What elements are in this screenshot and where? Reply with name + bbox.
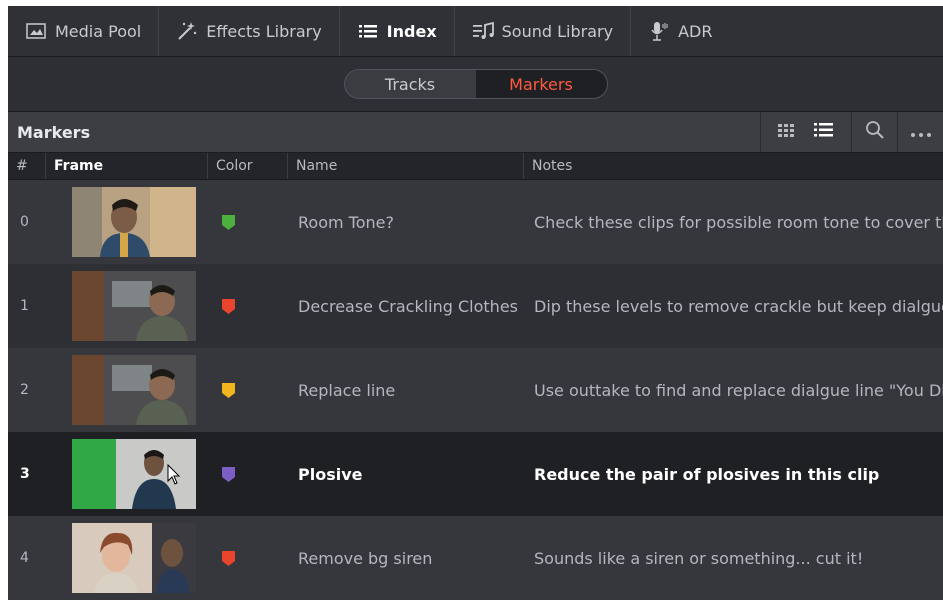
effects-wand-icon <box>176 21 198 41</box>
marker-color-chip <box>222 298 235 314</box>
effects-library-label: Effects Library <box>206 21 322 41</box>
marker-number: 2 <box>20 382 29 398</box>
marker-color-chip <box>222 382 235 398</box>
adr-label: ADR <box>678 21 713 41</box>
marker-name: Room Tone? <box>298 212 394 232</box>
sound-library-icon <box>472 21 494 41</box>
marker-number: 3 <box>20 466 30 482</box>
markers-index-panel: Media Pool Effects Library Index Sound L… <box>8 6 943 600</box>
marker-name: Remove bg siren <box>298 548 433 568</box>
tracks-markers-toggle: Tracks Markers <box>343 69 608 99</box>
marker-color-chip <box>222 214 235 230</box>
panel-tools <box>760 112 943 152</box>
column-number[interactable]: # <box>8 153 46 179</box>
marker-name: Replace line <box>298 380 396 400</box>
effects-library-tab[interactable]: Effects Library <box>159 6 340 56</box>
module-toolbar: Media Pool Effects Library Index Sound L… <box>8 6 943 57</box>
marker-color-swatch <box>222 466 235 482</box>
frame-thumbnail <box>72 523 196 593</box>
marker-row[interactable]: 2 Replace line Use outtake to find and r… <box>8 348 943 432</box>
thumbnail-view-icon[interactable] <box>778 123 796 142</box>
marker-color-chip <box>222 550 235 566</box>
column-headers: # Frame Color Name Notes <box>8 153 943 180</box>
view-mode-group <box>760 112 851 152</box>
marker-color-swatch <box>222 382 235 398</box>
marker-color-swatch <box>222 298 235 314</box>
column-notes[interactable]: Notes <box>524 153 943 179</box>
search-icon <box>865 120 885 144</box>
column-color[interactable]: Color <box>208 153 288 179</box>
sound-library-tab[interactable]: Sound Library <box>455 6 632 56</box>
search-button[interactable] <box>851 112 897 152</box>
marker-notes: Dip these levels to remove crackle but k… <box>534 296 943 316</box>
marker-number: 1 <box>20 298 29 314</box>
column-frame[interactable]: Frame <box>46 153 208 179</box>
media-pool-icon <box>25 21 47 41</box>
marker-row[interactable]: 0 Room Tone? Check these clips for possi… <box>8 180 943 264</box>
adr-tab[interactable]: ADR <box>631 6 729 56</box>
column-name[interactable]: Name <box>288 153 524 179</box>
media-pool-tab[interactable]: Media Pool <box>8 6 160 56</box>
marker-notes: Check these clips for possible room tone… <box>534 212 943 232</box>
index-label: Index <box>386 21 437 41</box>
marker-row[interactable]: 1 Decrease Crackling Clothes Dip these l… <box>8 264 943 348</box>
list-view-icon[interactable] <box>813 122 834 142</box>
marker-number: 4 <box>20 550 29 566</box>
frame-thumbnail <box>72 355 196 425</box>
more-options-button[interactable] <box>897 112 943 152</box>
marker-name: Decrease Crackling Clothes <box>298 296 518 316</box>
index-tab[interactable]: Index <box>340 6 455 56</box>
ellipsis-icon <box>910 123 932 142</box>
marker-color-chip <box>222 466 235 482</box>
frame-thumbnail <box>72 187 196 257</box>
microphone-icon <box>648 21 670 41</box>
marker-number: 0 <box>20 214 29 230</box>
marker-color-swatch <box>222 214 235 230</box>
marker-color-swatch <box>222 550 235 566</box>
panel-title: Markers <box>17 122 91 142</box>
frame-thumbnail <box>72 439 196 509</box>
view-toggle-bar: Tracks Markers <box>8 57 943 112</box>
marker-row[interactable]: 4 Remove bg siren Sounds like a siren or… <box>8 516 943 600</box>
marker-row-selected[interactable]: 3 Plosive Reduce the pair of plosives in… <box>8 432 943 516</box>
marker-name: Plosive <box>298 464 363 484</box>
marker-notes: Use outtake to find and replace dialgue … <box>534 380 943 400</box>
markers-toggle-button[interactable]: Markers <box>475 70 607 98</box>
media-pool-label: Media Pool <box>55 21 142 41</box>
marker-notes: Sounds like a siren or something... cut … <box>534 548 864 568</box>
list-icon <box>357 21 379 41</box>
frame-thumbnail <box>72 271 196 341</box>
sound-library-label: Sound Library <box>501 21 614 41</box>
tracks-toggle-button[interactable]: Tracks <box>345 70 476 98</box>
panel-header: Markers <box>8 112 943 153</box>
marker-notes: Reduce the pair of plosives in this clip <box>534 464 880 484</box>
